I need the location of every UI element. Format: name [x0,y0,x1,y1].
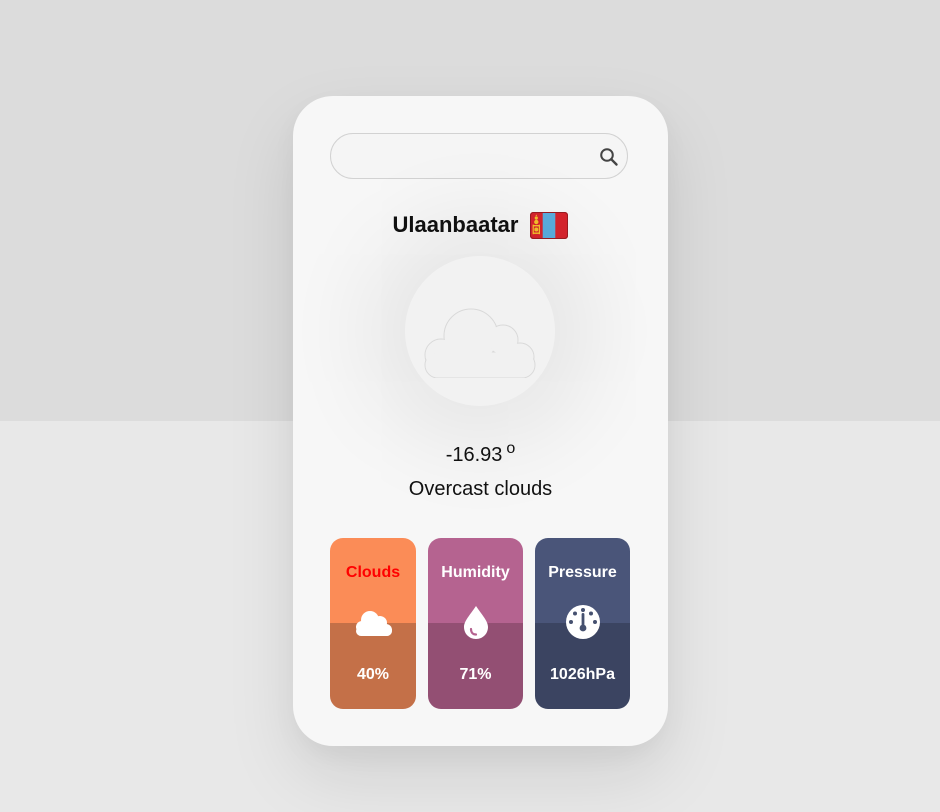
search-box[interactable] [330,133,628,180]
pressure-label: Pressure [548,564,617,581]
humidity-stat-card: Humidity 71% [428,538,523,709]
mongolia-flag-icon [530,211,569,239]
weather-card: Ulaanbaatar -16.93 o Overcast clouds Clo… [293,96,668,746]
clouds-value: 40% [356,666,390,683]
weather-description: Overcast clouds [408,478,553,500]
location-header: Ulaanbaatar [293,208,668,242]
cloud-icon [356,611,392,636]
temperature: -16.93 o [293,440,668,467]
temperature-unit: o [506,440,516,457]
overcast-cloud-icon [424,308,536,378]
clouds-label: Clouds [345,564,401,581]
pressure-value: 1026hPa [550,666,615,683]
city-name: Ulaanbaatar [392,212,519,237]
pressure-stat-card: Pressure 1026hPa [535,538,630,709]
temperature-value: -16.93 [445,444,503,466]
gauge-icon [565,605,600,639]
humidity-label: Humidity [441,564,510,581]
search-input[interactable] [347,134,591,180]
clouds-stat-card: Clouds 40% [330,538,416,709]
search-icon[interactable] [599,147,619,167]
humidity-value: 71% [459,666,492,683]
droplet-icon [463,606,488,639]
